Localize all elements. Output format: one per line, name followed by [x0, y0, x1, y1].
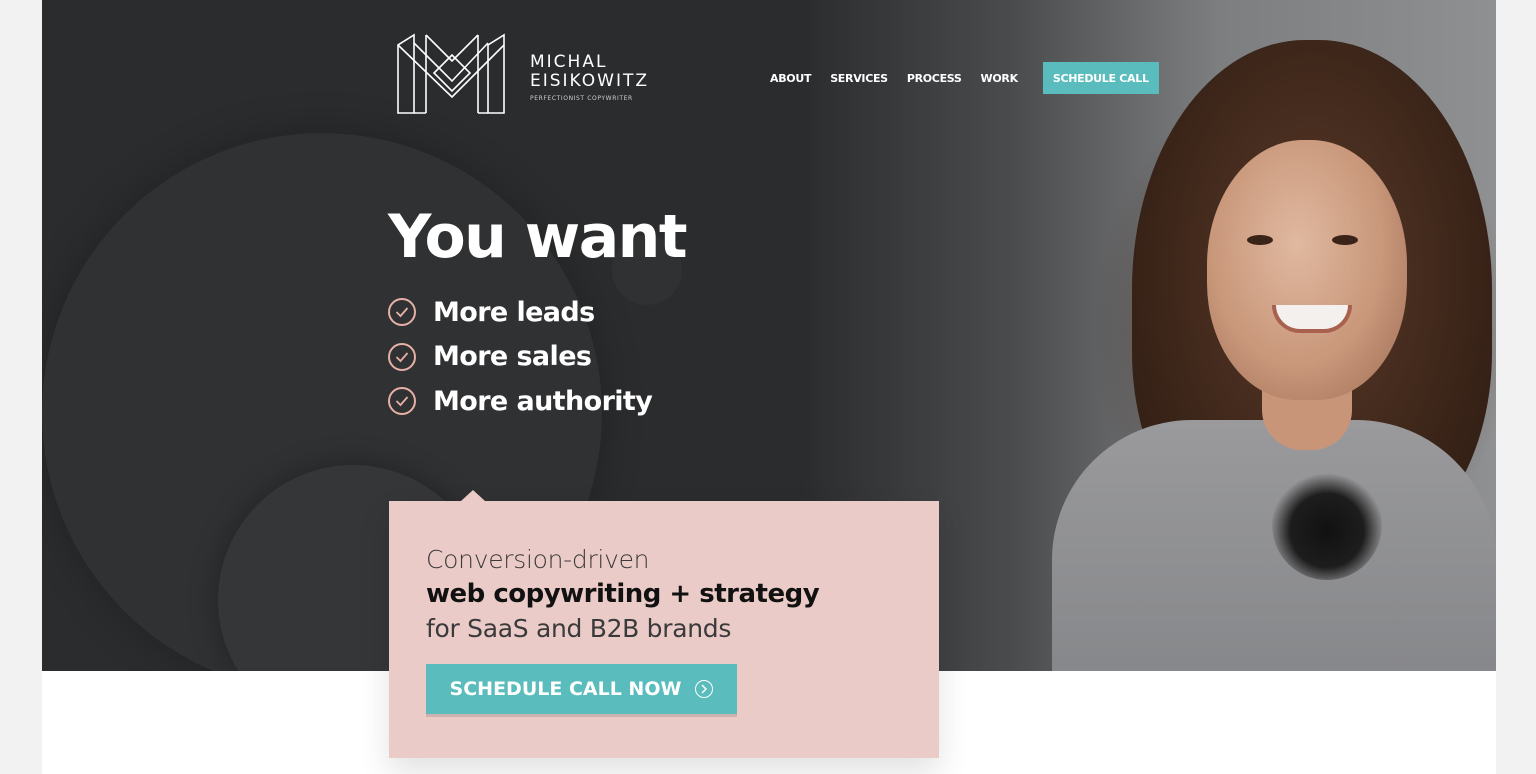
main-nav: ABOUT SERVICES PROCESS WORK SCHEDULE CAL…: [770, 62, 1159, 94]
card-line-2: web copywriting + strategy: [426, 579, 820, 609]
nav-process[interactable]: PROCESS: [907, 72, 962, 85]
benefit-label: More leads: [433, 296, 595, 328]
card-notch: [461, 490, 485, 501]
card-line-3: for SaaS and B2B brands: [426, 614, 732, 643]
benefit-item: More leads: [388, 290, 652, 335]
card-line-1: Conversion-driven: [426, 545, 650, 574]
check-circle-icon: [388, 387, 416, 416]
page: MICHAL EISIKOWITZ PERFECTIONIST COPYWRIT…: [42, 0, 1496, 774]
chevron-right-circle-icon: [695, 680, 714, 698]
portrait-eye-left: [1247, 235, 1273, 245]
monogram-m-icon: [397, 33, 505, 114]
benefits-list: More leads More sales More authority: [388, 290, 653, 424]
check-circle-icon: [388, 298, 416, 327]
schedule-call-now-button[interactable]: SCHEDULE CALL NOW: [426, 664, 737, 714]
nav-services[interactable]: SERVICES: [830, 72, 888, 85]
schedule-call-now-label: SCHEDULE CALL NOW: [449, 678, 682, 700]
logo-name-line2: EISIKOWITZ: [530, 71, 650, 91]
check-circle-icon: [388, 342, 416, 371]
logo-tagline: PERFECTIONIST COPYWRITER: [530, 95, 633, 102]
nav-schedule-call-button[interactable]: SCHEDULE CALL: [1042, 62, 1159, 94]
portrait-necklace: [1272, 470, 1382, 580]
benefit-item: More sales: [388, 335, 652, 380]
nav-about[interactable]: ABOUT: [770, 72, 811, 85]
benefit-label: More sales: [433, 341, 592, 373]
benefit-item: More authority: [388, 379, 653, 424]
benefit-label: More authority: [433, 385, 653, 417]
site-logo[interactable]: MICHAL EISIKOWITZ PERFECTIONIST COPYWRIT…: [396, 31, 656, 115]
hero-headline: You want: [388, 202, 688, 272]
portrait-face: [1207, 140, 1407, 400]
portrait-eye-right: [1332, 235, 1358, 245]
nav-work[interactable]: WORK: [981, 72, 1019, 85]
logo-name-line1: MICHAL: [530, 52, 608, 72]
portrait-sweater: [1052, 420, 1496, 671]
value-proposition-card: Conversion-driven web copywriting + stra…: [389, 490, 939, 758]
logo-name: MICHAL EISIKOWITZ: [530, 53, 649, 91]
